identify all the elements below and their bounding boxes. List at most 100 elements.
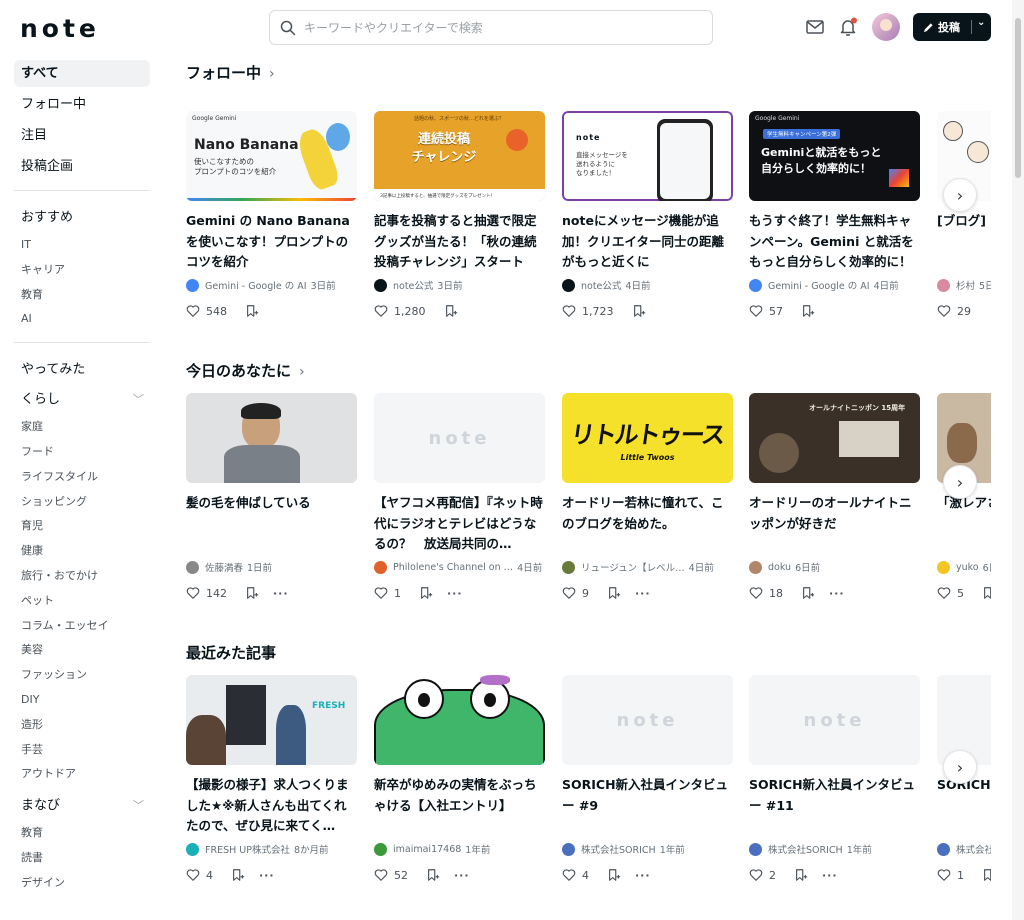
sidebar-item-life[interactable]: ショッピング: [14, 490, 150, 515]
article-title[interactable]: 「激レアさ が終わっ: [937, 493, 991, 555]
sidebar-item-career[interactable]: キャリア: [14, 258, 150, 283]
article-title[interactable]: もうすぐ終了！学生無料キャンペーン。Gemini と就活をもっと自分らしく効率的…: [749, 211, 920, 273]
avatar[interactable]: [872, 13, 900, 41]
article-card[interactable]: リトルトゥース Little Twoos オードリー若林に憧れて、このブログを始め…: [562, 393, 733, 601]
article-title[interactable]: SORICH新入社員インタビュー #9: [562, 775, 733, 837]
search-input[interactable]: [304, 20, 684, 35]
bookmark-add-icon[interactable]: [989, 304, 991, 318]
carousel-next-button[interactable]: ›: [943, 750, 977, 784]
bookmark-add-icon[interactable]: [607, 868, 621, 882]
author-avatar-icon[interactable]: [374, 278, 387, 292]
heart-icon[interactable]: [374, 304, 388, 318]
author-avatar-icon[interactable]: [749, 278, 762, 292]
article-card[interactable]: 髪の毛を伸ばしている 佐藤満春 1日前 142 ···: [186, 393, 357, 601]
bell-icon[interactable]: [838, 17, 858, 37]
heart-icon[interactable]: [749, 586, 763, 600]
author-name[interactable]: Gemini - Google の AI: [205, 278, 307, 292]
article-card[interactable]: オールナイトニッポン 15周年 オードリーのオールナイトニッポンが好きだ doku…: [749, 393, 920, 601]
article-title[interactable]: noteにメッセージ機能が追加！クリエイター同士の距離がもっと近くに: [562, 211, 733, 273]
article-title[interactable]: SORICH ュー #13: [937, 775, 991, 837]
article-thumbnail[interactable]: [186, 393, 357, 483]
author-avatar-icon[interactable]: [186, 842, 199, 856]
sidebar-item-it[interactable]: IT: [14, 233, 150, 258]
article-title[interactable]: 髪の毛を伸ばしている: [186, 493, 357, 555]
author-name[interactable]: yuko: [956, 562, 979, 573]
carousel-next-button[interactable]: ›: [943, 178, 977, 212]
article-thumbnail[interactable]: オールナイトニッポン 15周年: [749, 393, 920, 483]
sidebar-item-education[interactable]: 教育: [14, 283, 150, 308]
sidebar-item-life[interactable]: DIY: [14, 688, 150, 713]
sidebar-item-life[interactable]: 健康: [14, 539, 150, 564]
article-card[interactable]: note SORICH新入社員インタビュー #9 株式会社SORICH 1年前 4 ···: [562, 675, 733, 883]
author-avatar-icon[interactable]: [374, 560, 387, 574]
heart-icon[interactable]: [374, 868, 388, 882]
author-avatar-icon[interactable]: [937, 842, 950, 856]
article-card[interactable]: 新卒がゆめみの実情をぶっちゃける【入社エントリ】 imaimai17468 1年前 5…: [374, 675, 545, 883]
article-title[interactable]: 【ヤフコメ再配信】『ネット時代にラジオとテレビはどうなるの？ 放送局共同の…: [374, 493, 545, 555]
article-card[interactable]: Google Gemini 学生無料キャンペーン第2弾 Geminiと就活をもっ…: [749, 111, 920, 319]
search-box[interactable]: [269, 10, 713, 45]
author-avatar-icon[interactable]: [562, 560, 575, 574]
post-button[interactable]: 投稿 ⌄: [913, 13, 991, 41]
author-avatar-icon[interactable]: [749, 560, 762, 574]
article-title[interactable]: オードリーのオールナイトニッポンが好きだ: [749, 493, 920, 555]
author-avatar-icon[interactable]: [562, 842, 575, 856]
sidebar-head-life[interactable]: くらし ﹀: [14, 385, 150, 415]
more-options-icon[interactable]: ···: [822, 869, 838, 882]
bookmark-add-icon[interactable]: [444, 304, 458, 318]
author-avatar-icon[interactable]: [937, 560, 950, 574]
sidebar-item-life[interactable]: フード: [14, 440, 150, 465]
note-logo[interactable]: note: [20, 14, 100, 43]
sidebar-item-ai[interactable]: AI: [14, 307, 150, 332]
sidebar-item-life[interactable]: 造形: [14, 713, 150, 738]
bookmark-add-icon[interactable]: [794, 868, 808, 882]
chevron-down-icon[interactable]: ﹀: [133, 791, 144, 821]
more-options-icon[interactable]: ···: [454, 869, 470, 882]
author-name[interactable]: imaimai17468: [393, 844, 461, 855]
author-name[interactable]: FRESH UP株式会社: [205, 842, 290, 856]
article-thumbnail[interactable]: リトルトゥース Little Twoos: [562, 393, 733, 483]
more-options-icon[interactable]: ···: [273, 587, 289, 600]
heart-icon[interactable]: [186, 304, 200, 318]
article-thumbnail[interactable]: 話題の秋、スポーツの秋…どれを選ぶ？ 連続投稿 チャレンジ 3記事以上投稿すると…: [374, 111, 545, 201]
bookmark-add-icon[interactable]: [245, 586, 259, 600]
article-title[interactable]: 【撮影の様子】求人つくりました★※新人さんも出てくれたので、ぜひ見に来てく…: [186, 775, 357, 837]
author-name[interactable]: Philolene's Channel on …: [393, 562, 513, 573]
article-card[interactable]: note 直接メッセージを 送れるように なりました！ noteにメッセージ機能…: [562, 111, 733, 319]
bookmark-add-icon[interactable]: [607, 586, 621, 600]
sidebar-head-learn[interactable]: まなび ﹀: [14, 791, 150, 821]
bookmark-add-icon[interactable]: [245, 304, 259, 318]
article-thumbnail[interactable]: note: [562, 675, 733, 765]
chevron-down-icon[interactable]: ⌄: [977, 17, 985, 28]
heart-icon[interactable]: [562, 868, 576, 882]
article-card[interactable]: FRESH 【撮影の様子】求人つくりました★※新人さんも出てくれたので、ぜひ見に来…: [186, 675, 357, 883]
sidebar-item-learn[interactable]: 教育: [14, 821, 150, 846]
sidebar-head-recommend[interactable]: おすすめ: [14, 203, 150, 233]
heart-icon[interactable]: [186, 868, 200, 882]
sidebar-item-life[interactable]: 手芸: [14, 738, 150, 763]
bookmark-add-icon[interactable]: [982, 868, 991, 882]
more-options-icon[interactable]: ···: [635, 587, 651, 600]
author-name[interactable]: 杉村: [956, 278, 975, 292]
author-avatar-icon[interactable]: [374, 842, 387, 856]
sidebar-item-following[interactable]: フォロー中: [14, 91, 150, 118]
author-name[interactable]: note公式: [581, 278, 621, 292]
article-title[interactable]: 記事を投稿すると抽選で限定グッズが当たる！「秋の連続投稿チャレンジ」スタート: [374, 211, 545, 273]
heart-icon[interactable]: [186, 586, 200, 600]
article-card[interactable]: Google Gemini Nano Banana 使いこなすための プロンプト…: [186, 111, 357, 319]
sidebar-head-tried[interactable]: やってみた: [14, 355, 150, 385]
more-options-icon[interactable]: ···: [635, 869, 651, 882]
sidebar-item-featured[interactable]: 注目: [14, 122, 150, 149]
author-name[interactable]: doku: [768, 562, 791, 573]
sidebar-item-contests[interactable]: 投稿企画: [14, 153, 150, 180]
heart-icon[interactable]: [562, 304, 576, 318]
author-name[interactable]: 株式会社SORICH: [768, 842, 843, 856]
article-card[interactable]: note 【ヤフコメ再配信】『ネット時代にラジオとテレビはどうなるの？ 放送局共同…: [374, 393, 545, 601]
author-name[interactable]: note公式: [393, 278, 433, 292]
more-options-icon[interactable]: ···: [447, 587, 463, 600]
bookmark-add-icon[interactable]: [426, 868, 440, 882]
article-thumbnail[interactable]: note: [374, 393, 545, 483]
heart-icon[interactable]: [937, 304, 951, 318]
article-thumbnail[interactable]: note: [749, 675, 920, 765]
article-title[interactable]: [ブログ] ろの味に: [937, 211, 991, 273]
